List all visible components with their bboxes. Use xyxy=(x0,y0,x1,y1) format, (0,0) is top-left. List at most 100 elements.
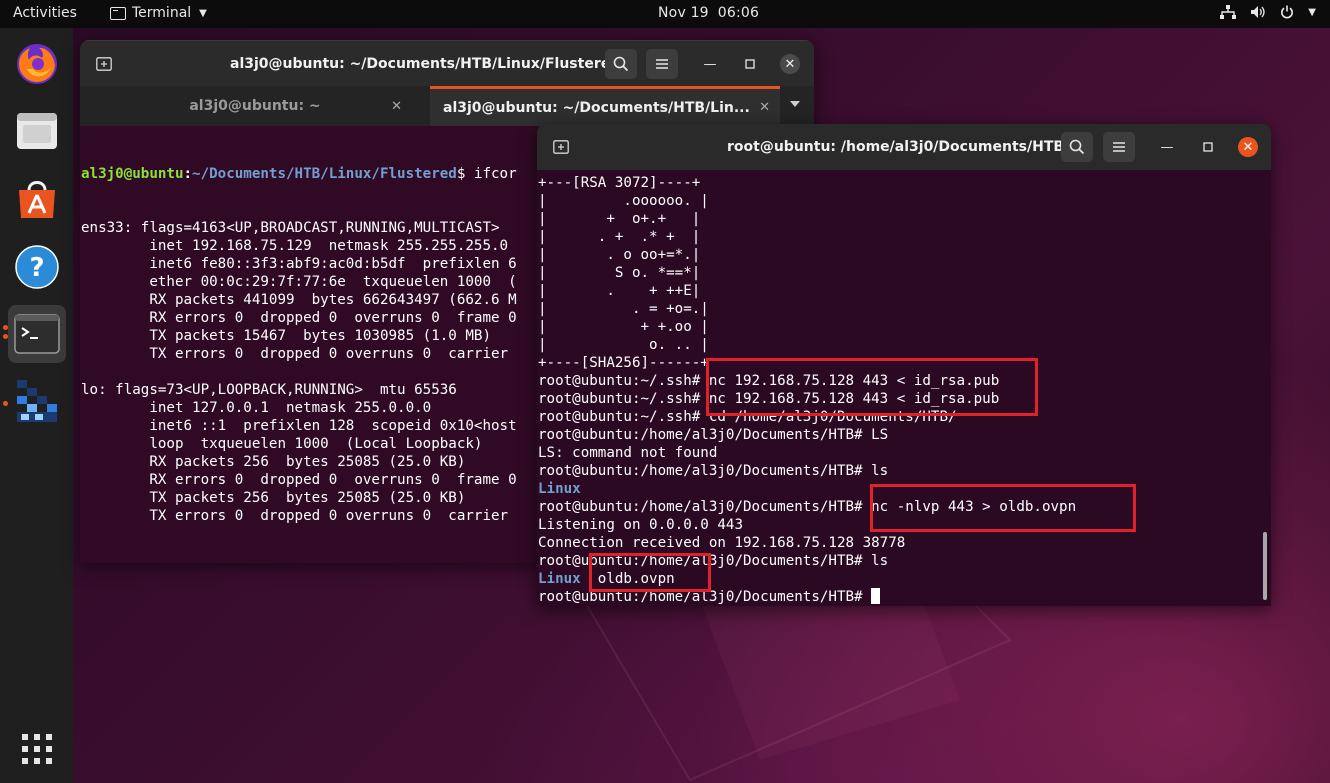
output-line: Connection received on 192.168.75.128 38… xyxy=(538,534,1076,552)
dock-ubuntu-software[interactable] xyxy=(8,170,66,228)
line-text: | S o. *==*| xyxy=(538,265,701,281)
minimize-icon: — xyxy=(703,56,717,72)
dock-firefox[interactable] xyxy=(8,34,66,92)
hamburger-icon xyxy=(1113,142,1125,152)
power-icon xyxy=(1281,5,1294,19)
output-line: TX errors 0 dropped 0 overruns 0 carrier xyxy=(81,346,509,362)
window-header[interactable]: root@ubuntu: /home/al3j0/Documents/HTB —… xyxy=(537,124,1271,170)
highlight-box-nc-send xyxy=(706,358,1038,416)
search-icon xyxy=(613,56,629,72)
activities-button[interactable]: Activities xyxy=(13,5,77,21)
directory-entry: Linux xyxy=(538,481,581,497)
output-line: ether 00:0c:29:7f:77:6e txqueuelen 1000 … xyxy=(81,274,517,290)
terminal-app-icon xyxy=(14,314,60,354)
highlight-box-oldb-file xyxy=(589,553,711,592)
output-line: | . + .* + | xyxy=(538,228,1076,246)
new-tab-button[interactable] xyxy=(546,133,576,161)
vm-app-icon xyxy=(17,380,57,422)
clock-time: 06:06 xyxy=(717,5,760,21)
app-grid-icon xyxy=(22,734,52,764)
output-line: root@ubuntu:/home/al3j0/Documents/HTB# L… xyxy=(538,426,1076,444)
output-line: RX packets 441099 bytes 662643497 (662.6… xyxy=(81,292,517,308)
menu-button[interactable] xyxy=(1103,132,1135,162)
terminal-output-back[interactable]: al3j0@ubuntu:~/Documents/HTB/Linux/Flust… xyxy=(81,129,517,563)
minimize-button[interactable]: — xyxy=(1157,137,1177,157)
search-icon xyxy=(1069,139,1085,155)
line-text: +---[RSA 3072]----+ xyxy=(538,175,701,191)
output-line: ens33: flags=4163<UP,BROADCAST,RUNNING,M… xyxy=(81,220,500,236)
line-text: | + +.oo | xyxy=(538,319,709,335)
highlight-box-nc-listen xyxy=(870,484,1136,532)
output-line: | . + ++E| xyxy=(538,282,1076,300)
dock-show-applications[interactable] xyxy=(8,720,66,778)
maximize-button[interactable] xyxy=(740,54,760,74)
output-line: inet 127.0.0.1 netmask 255.0.0.0 xyxy=(81,400,432,416)
top-bar: Activities Terminal ▼ Nov 19 06:06 ▼ xyxy=(0,0,1330,28)
tab-flustered[interactable]: al3j0@ubuntu: ~/Documents/HTB/Lin... ✕ xyxy=(430,86,780,126)
tab-home[interactable]: al3j0@ubuntu: ~ ✕ xyxy=(80,86,430,126)
dock-files[interactable] xyxy=(8,102,66,160)
prompt-user: al3j0@ubuntu xyxy=(81,166,184,182)
tab-label: al3j0@ubuntu: ~ xyxy=(189,98,321,114)
output-line: RX packets 256 bytes 25085 (25.0 KB) xyxy=(81,454,466,470)
chevron-down-icon: ▼ xyxy=(199,7,207,19)
maximize-icon xyxy=(1203,142,1213,152)
scrollbar-thumb[interactable] xyxy=(1263,532,1267,600)
minimize-button[interactable]: — xyxy=(700,54,720,74)
output-line: TX packets 256 bytes 25085 (25.0 KB) xyxy=(81,490,466,506)
line-text: | o. .. | xyxy=(538,337,709,353)
tab-label: al3j0@ubuntu: ~/Documents/HTB/Lin... xyxy=(443,99,750,116)
output-line: inet6 fe80::3f3:abf9:ac0d:b5df prefixlen… xyxy=(81,256,517,272)
output-line: | S o. *==*| xyxy=(538,264,1076,282)
line-text: | . + .* + | xyxy=(538,229,701,245)
line-text: Listening on 0.0.0.0 443 xyxy=(538,517,743,533)
output-line: | o. .. | xyxy=(538,336,1076,354)
window-title: root@ubuntu: /home/al3j0/Documents/HTB xyxy=(727,139,1065,155)
volume-icon xyxy=(1251,6,1265,18)
running-indicator xyxy=(3,325,8,330)
close-button[interactable]: ✕ xyxy=(1238,137,1258,157)
search-button[interactable] xyxy=(605,49,637,79)
network-icon xyxy=(1220,5,1237,19)
maximize-icon xyxy=(745,59,755,69)
clock-date: Nov 19 xyxy=(658,5,709,21)
maximize-button[interactable] xyxy=(1198,137,1218,157)
line-text: | + o+.+ | xyxy=(538,211,701,227)
output-line: RX errors 0 dropped 0 overruns 0 frame 0 xyxy=(81,472,517,488)
line-text: | . + ++E| xyxy=(538,283,701,299)
output-line: TX packets 15467 bytes 1030985 (1.0 MB) xyxy=(81,328,491,344)
firefox-icon xyxy=(17,44,57,84)
output-line: | + +.oo | xyxy=(538,318,1076,336)
clock[interactable]: Nov 19 06:06 xyxy=(658,5,759,21)
line-text: | .oooooo. | xyxy=(538,193,709,209)
system-menu-chevron-icon: ▼ xyxy=(1308,6,1316,18)
dock-virtual-machine[interactable] xyxy=(8,373,66,431)
line-text: | . = +o=.| xyxy=(538,301,709,317)
close-tab-icon[interactable]: ✕ xyxy=(391,99,402,114)
dock-help[interactable]: ? xyxy=(8,238,66,296)
line-text: LS: command not found xyxy=(538,445,718,461)
close-tab-icon[interactable]: ✕ xyxy=(759,100,770,115)
output-line: TX errors 0 dropped 0 overruns 0 carrier xyxy=(81,508,509,524)
dock-terminal[interactable] xyxy=(8,305,66,363)
output-line: lo: flags=73<UP,LOOPBACK,RUNNING> mtu 65… xyxy=(81,382,457,398)
system-tray[interactable]: ▼ xyxy=(1220,5,1316,19)
prompt-path: ~/Documents/HTB/Linux/Flustered xyxy=(192,166,457,182)
close-button[interactable]: ✕ xyxy=(780,54,800,74)
output-line: +---[RSA 3072]----+ xyxy=(538,174,1076,192)
line-text: root@ubuntu:/home/al3j0/Documents/HTB# L… xyxy=(538,427,889,443)
new-tab-button[interactable] xyxy=(89,50,119,78)
search-button[interactable] xyxy=(1061,132,1093,162)
menu-button[interactable] xyxy=(646,49,678,79)
output-line: | .oooooo. | xyxy=(538,192,1076,210)
prompt-line: al3j0@ubuntu:~/Documents/HTB/Linux/Flust… xyxy=(81,166,517,182)
terminal-icon xyxy=(110,6,126,20)
tab-bar: al3j0@ubuntu: ~ ✕ al3j0@ubuntu: ~/Docume… xyxy=(80,86,814,126)
tabs-menu-chevron-icon[interactable] xyxy=(790,101,800,107)
app-menu[interactable]: Terminal ▼ xyxy=(110,5,207,21)
text-cursor xyxy=(871,588,881,604)
window-title: al3j0@ubuntu: ~/Documents/HTB/Linux/Flus… xyxy=(230,56,621,72)
directory-entry: Linux xyxy=(538,571,581,587)
line-text: Connection received on 192.168.75.128 38… xyxy=(538,535,906,551)
window-header[interactable]: al3j0@ubuntu: ~/Documents/HTB/Linux/Flus… xyxy=(80,40,814,86)
